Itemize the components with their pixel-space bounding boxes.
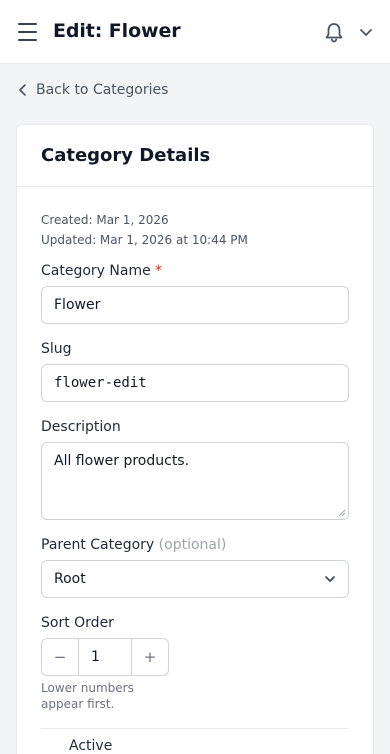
optional-hint: (optional) (158, 537, 227, 553)
required-marker: * (155, 263, 163, 279)
parent-category-select[interactable]: Root (41, 560, 349, 598)
chevron-down-icon (325, 576, 335, 582)
slug-input[interactable]: flower-edit (41, 364, 349, 402)
decrement-button[interactable]: − (42, 639, 78, 675)
created-timestamp: Created: Mar 1, 2026 (41, 213, 169, 227)
description-textarea[interactable]: All flower products. (41, 442, 349, 520)
chevron-down-icon[interactable] (358, 25, 374, 39)
category-name-value: Flower (54, 297, 101, 313)
sort-order-value: 1 (91, 649, 100, 665)
description-value: All flower products. (54, 453, 190, 469)
back-to-categories-link[interactable]: Back to Categories (18, 80, 168, 100)
card-title: Category Details (41, 145, 211, 166)
chevron-left-icon (19, 84, 26, 96)
slug-value: flower-edit (54, 375, 147, 391)
card-header: Category Details (17, 125, 373, 187)
category-name-input[interactable]: Flower (41, 286, 349, 324)
sort-order-input[interactable]: 1 (78, 639, 132, 675)
parent-category-label: Parent Category (optional) (41, 537, 226, 553)
category-name-label-text: Category Name (41, 263, 151, 279)
resize-handle-icon[interactable] (338, 509, 346, 517)
increment-button[interactable]: + (132, 639, 168, 675)
description-label: Description (41, 419, 121, 435)
timestamps: Created: Mar 1, 2026 Updated: Mar 1, 202… (41, 210, 248, 250)
category-details-card: Category Details Created: Mar 1, 2026 Up… (16, 124, 374, 754)
slug-label: Slug (41, 341, 72, 357)
bell-icon[interactable] (322, 21, 346, 45)
page-title: Edit: Flower (53, 20, 181, 42)
back-link-label: Back to Categories (36, 82, 169, 98)
sort-order-hint: Lower numbers appear first. (41, 681, 134, 711)
parent-category-value: Root (54, 571, 86, 587)
active-toggle-label[interactable]: Active (69, 738, 112, 754)
section-divider (41, 728, 349, 729)
top-app-bar: Edit: Flower (0, 0, 390, 64)
sort-order-label: Sort Order (41, 615, 114, 631)
updated-timestamp: Updated: Mar 1, 2026 at 10:44 PM (41, 233, 248, 247)
hamburger-menu-icon[interactable] (18, 23, 38, 41)
parent-category-label-text: Parent Category (41, 537, 155, 553)
category-name-label: Category Name * (41, 263, 162, 279)
sort-order-stepper: − 1 + (41, 638, 169, 676)
